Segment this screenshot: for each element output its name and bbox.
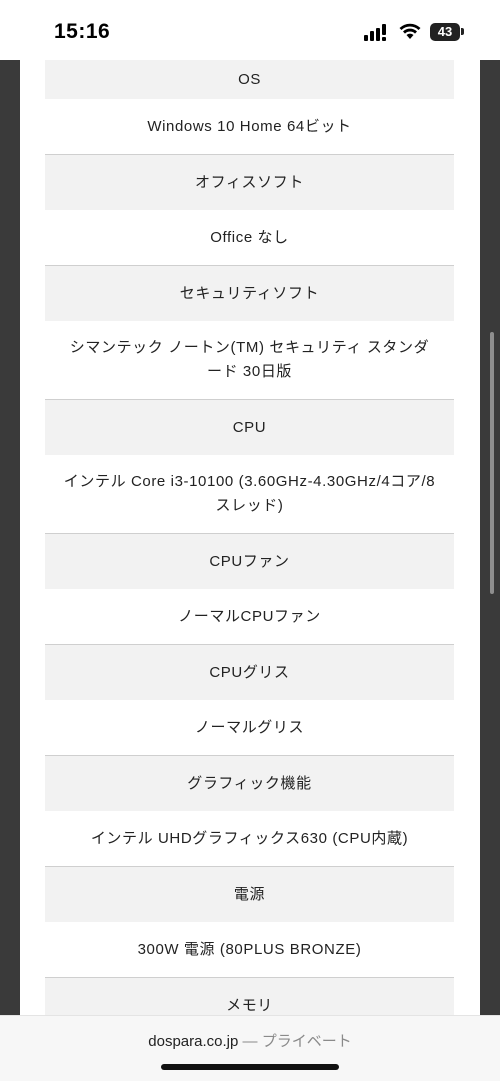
battery-level: 43 [437,24,453,39]
spec-value-cpu-grease: ノーマルグリス [45,700,454,756]
spec-label-cpu: CPU [45,400,454,455]
battery-icon: 43 [430,23,460,41]
scrollbar[interactable] [490,332,494,594]
spec-value-cpu: インテル Core i3-10100 (3.60GHz-4.30GHz/4コア/… [45,455,454,534]
status-bar: 15:16 43 [0,0,500,60]
spec-label-cpu-fan: CPUファン [45,534,454,589]
spec-label-power: 電源 [45,867,454,922]
home-indicator[interactable] [161,1064,339,1070]
url-display[interactable]: dospara.co.jp — プライベート [0,1030,500,1051]
spec-value-power: 300W 電源 (80PLUS BRONZE) [45,922,454,978]
spec-label-cpu-grease: CPUグリス [45,645,454,700]
spec-label-graphics: グラフィック機能 [45,756,454,811]
spec-value-os: Windows 10 Home 64ビット [45,99,454,155]
battery-cap [461,28,464,35]
spec-label-office: オフィスソフト [45,155,454,210]
status-time: 15:16 [54,20,111,43]
spec-value-cpu-fan: ノーマルCPUファン [45,589,454,645]
cellular-signal-icon [364,24,386,41]
spec-value-security: シマンテック ノートン(TM) セキュリティ スタンダード 30日版 [45,321,454,400]
spec-label-memory: メモリ [45,978,454,1015]
private-mode-label: プライベート [261,1033,352,1050]
web-page-content[interactable]: OS Windows 10 Home 64ビット オフィスソフト Office … [20,60,480,1015]
spec-label-security: セキュリティソフト [45,266,454,321]
spec-label-os: OS [45,60,454,99]
spec-value-graphics: インテル UHDグラフィックス630 (CPU内蔵) [45,811,454,867]
spec-table: OS Windows 10 Home 64ビット オフィスソフト Office … [45,60,454,1015]
url-domain: dospara.co.jp [148,1033,239,1050]
browser-address-bar[interactable]: dospara.co.jp — プライベート [0,1015,500,1081]
spec-value-office: Office なし [45,210,454,266]
url-separator: — [242,1033,258,1050]
wifi-icon [399,23,421,39]
